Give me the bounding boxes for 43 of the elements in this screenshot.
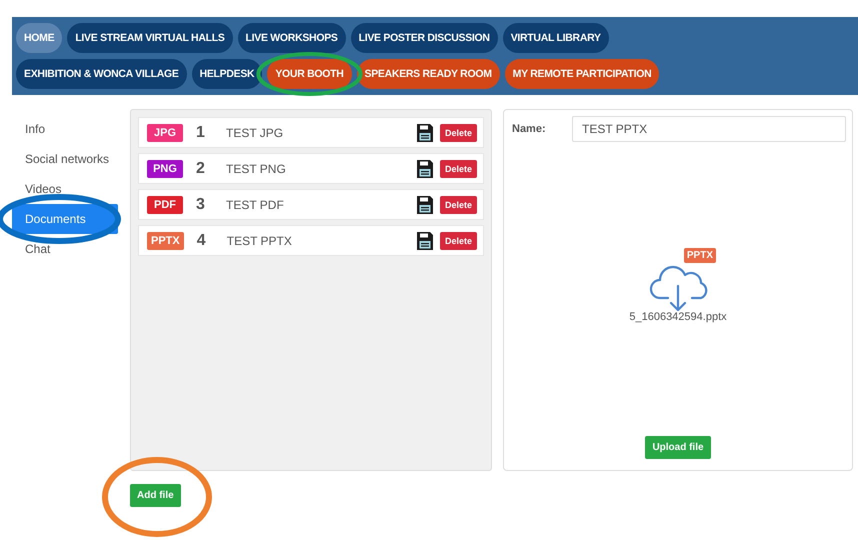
nav-tab[interactable]: LIVE WORKSHOPS — [238, 23, 346, 53]
nav-tab[interactable]: HELPDESK — [192, 59, 262, 89]
nav-tab[interactable]: LIVE STREAM VIRTUAL HALLS — [67, 23, 233, 53]
sidebar-item[interactable]: Chat — [12, 234, 118, 264]
document-number: 1 — [196, 124, 206, 142]
sidebar-item[interactable]: Info — [12, 114, 118, 144]
document-row[interactable]: PPTX 4 TEST PPTX Delete — [138, 225, 484, 256]
document-number: 2 — [196, 160, 206, 178]
delete-button[interactable]: Delete — [440, 196, 477, 214]
delete-button[interactable]: Delete — [440, 160, 477, 178]
document-row[interactable]: PNG 2 TEST PNG Delete — [138, 153, 484, 184]
save-icon[interactable] — [416, 194, 434, 214]
document-name: TEST PDF — [226, 198, 285, 212]
sidebar-item[interactable]: Social networks — [12, 144, 118, 174]
delete-button[interactable]: Delete — [440, 124, 477, 142]
sidebar-item[interactable]: Videos — [12, 174, 118, 204]
document-row[interactable]: PDF 3 TEST PDF Delete — [138, 189, 484, 220]
file-type-badge: PNG — [147, 160, 183, 178]
save-icon[interactable] — [416, 230, 434, 250]
file-type-badge: PPTX — [684, 248, 716, 263]
document-name: TEST PPTX — [226, 234, 293, 248]
nav-tab[interactable]: HOME — [16, 23, 62, 53]
document-name: TEST PNG — [226, 162, 287, 176]
nav-tab[interactable]: MY REMOTE PARTICIPATION — [504, 59, 660, 89]
nav-tab[interactable]: EXHIBITION & WONCA VILLAGE — [16, 59, 187, 89]
nav-tab[interactable]: LIVE POSTER DISCUSSION — [350, 23, 498, 53]
document-number: 3 — [196, 196, 206, 214]
nav-tab[interactable]: SPEAKERS READY ROOM — [356, 59, 500, 89]
document-row[interactable]: JPG 1 TEST JPG Delete — [138, 117, 484, 148]
save-icon[interactable] — [416, 122, 434, 142]
nav-tab[interactable]: VIRTUAL LIBRARY — [502, 23, 609, 53]
file-type-badge: PPTX — [147, 232, 184, 250]
file-name: 5_1606342594.pptx — [629, 311, 727, 323]
file-type-badge: JPG — [147, 124, 183, 142]
document-name: TEST JPG — [226, 126, 284, 140]
save-icon[interactable] — [416, 158, 434, 178]
file-type-badge: PDF — [147, 196, 183, 214]
nav-tab[interactable]: YOUR BOOTH — [267, 59, 352, 89]
name-label: Name: — [511, 123, 547, 135]
delete-button[interactable]: Delete — [440, 232, 477, 250]
name-field[interactable]: TEST PPTX — [572, 116, 846, 142]
document-number: 4 — [196, 232, 207, 250]
sidebar-item[interactable]: Documents — [12, 204, 118, 234]
